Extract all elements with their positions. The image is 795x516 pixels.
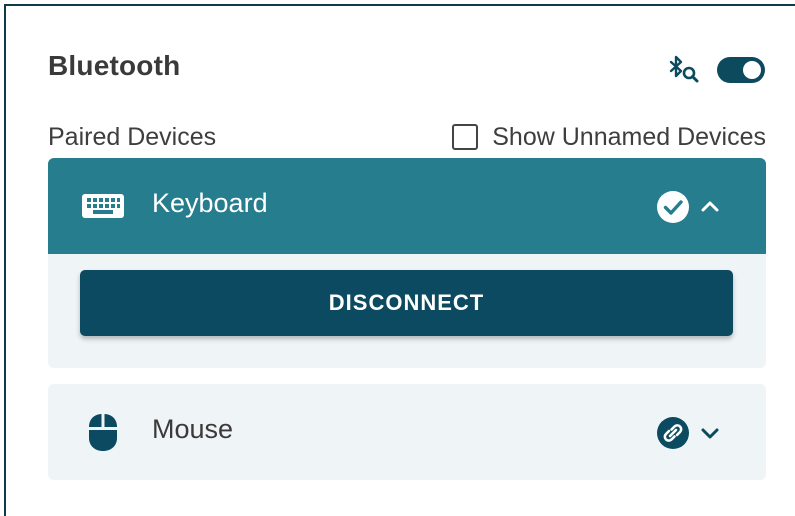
panel-header: Bluetooth: [48, 48, 768, 88]
check-circle-icon: [657, 191, 689, 223]
bluetooth-search-icon[interactable]: [668, 54, 700, 84]
paired-devices-header: Paired Devices Show Unnamed Devices: [48, 121, 768, 155]
device-header-keyboard[interactable]: Keyboard: [48, 158, 766, 254]
device-name-keyboard: Keyboard: [152, 188, 268, 218]
toggle-knob: [743, 61, 761, 79]
keyboard-icon: [82, 194, 124, 218]
bluetooth-panel: Bluetooth Paired Devices Show Unnamed De…: [4, 4, 795, 516]
disconnect-button[interactable]: DISCONNECT: [80, 270, 733, 336]
show-unnamed-label: Show Unnamed Devices: [492, 122, 766, 151]
paired-devices-label: Paired Devices: [48, 123, 217, 151]
bluetooth-toggle[interactable]: [717, 57, 765, 83]
chevron-up-icon[interactable]: [698, 195, 722, 219]
chevron-down-icon[interactable]: [698, 421, 722, 445]
panel-title: Bluetooth: [48, 50, 181, 81]
device-name-mouse: Mouse: [152, 414, 234, 444]
show-unnamed-checkbox[interactable]: [452, 124, 479, 150]
device-card-keyboard: Keyboard DISCONNECT: [48, 158, 766, 368]
show-unnamed-toggle[interactable]: Show Unnamed Devices: [452, 122, 766, 152]
device-card-mouse[interactable]: Mouse: [48, 384, 766, 480]
mouse-icon: [89, 414, 117, 451]
link-circle-icon: [657, 417, 689, 449]
